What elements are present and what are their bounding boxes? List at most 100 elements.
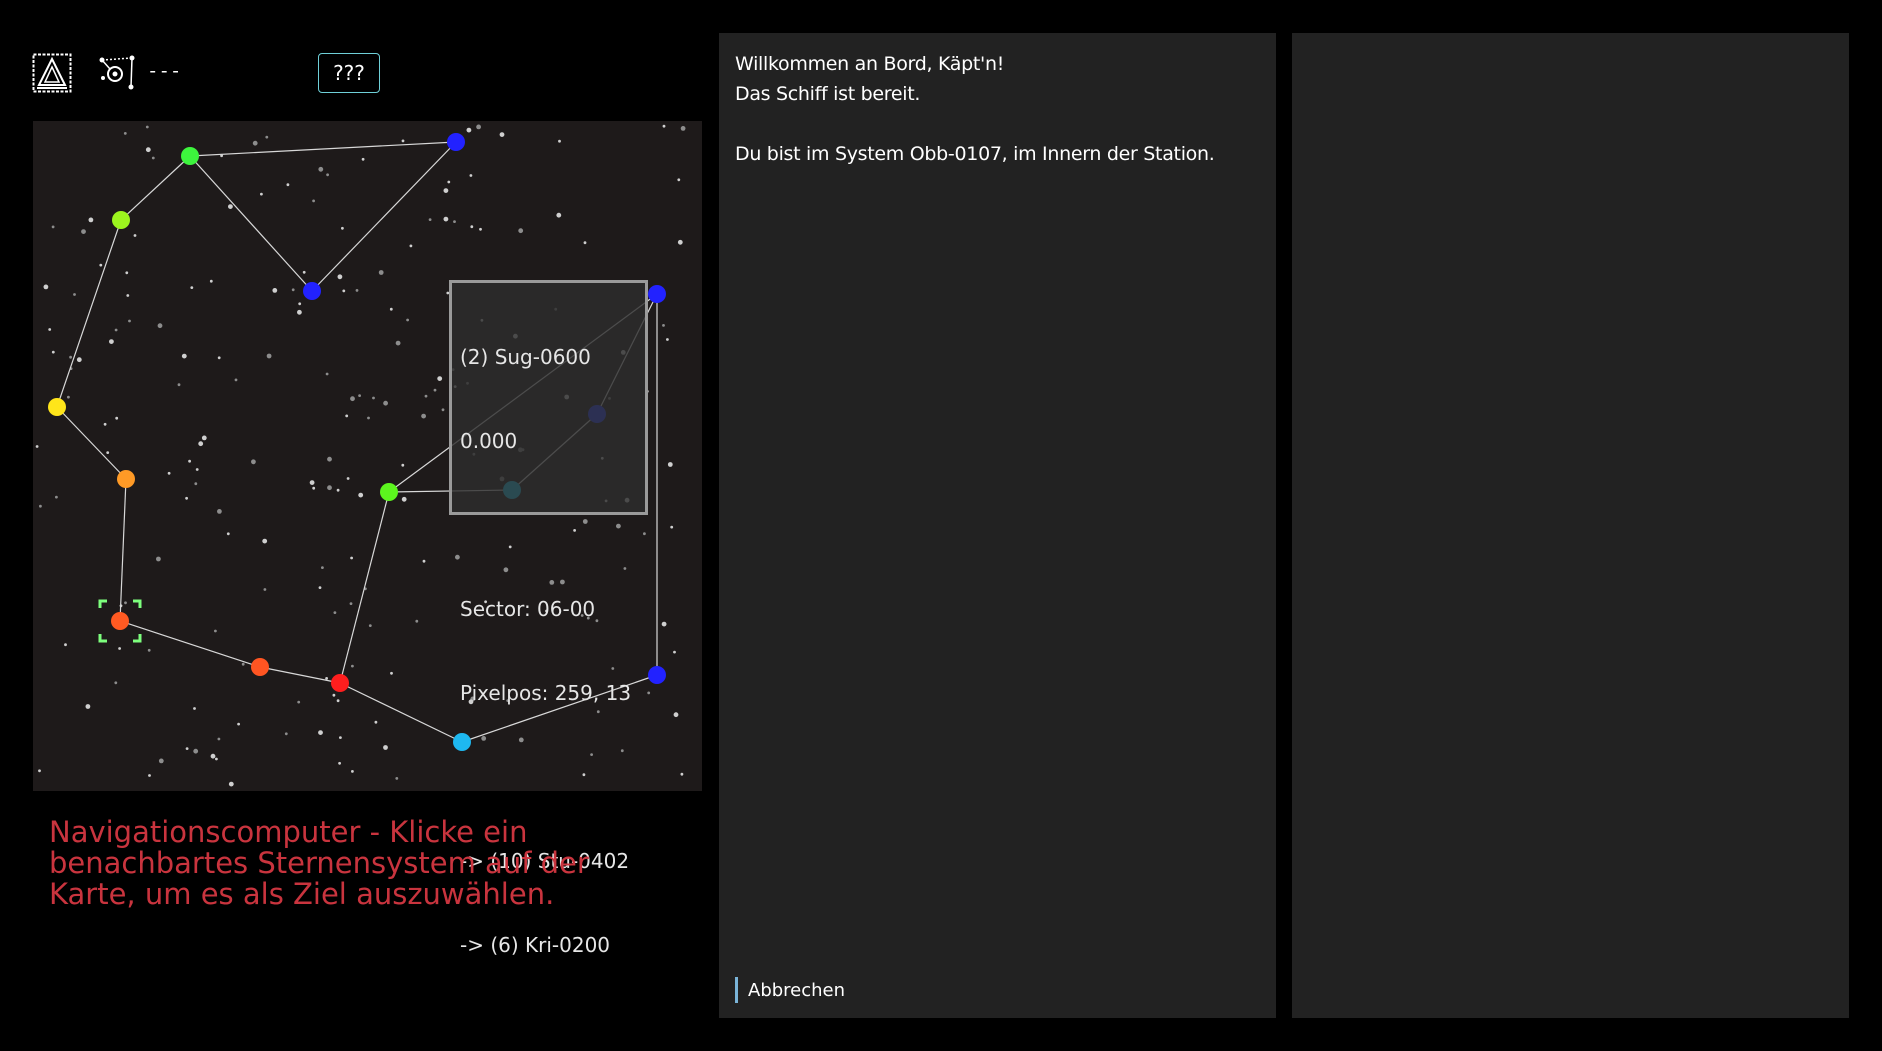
background-star xyxy=(188,459,192,463)
background-star xyxy=(367,416,370,420)
background-star xyxy=(453,220,456,223)
tooltip-line: (2) Sug-0600 xyxy=(460,345,591,369)
background-star xyxy=(88,217,94,223)
background-star xyxy=(325,677,328,680)
hyperlane xyxy=(56,219,122,408)
background-star xyxy=(133,234,137,237)
hyperlane xyxy=(339,682,463,743)
target-system-label: --- xyxy=(147,60,182,82)
background-star xyxy=(51,225,55,229)
background-star xyxy=(424,394,428,398)
background-star xyxy=(35,445,39,448)
background-star xyxy=(443,216,449,222)
background-star xyxy=(73,293,76,296)
background-star xyxy=(148,774,151,777)
background-star xyxy=(38,769,41,773)
background-star xyxy=(291,288,295,292)
background-star xyxy=(667,462,673,467)
star-system[interactable] xyxy=(447,133,465,151)
background-star xyxy=(109,339,114,344)
star-system[interactable] xyxy=(648,285,666,303)
background-star xyxy=(272,288,278,293)
background-star xyxy=(361,157,365,161)
background-star xyxy=(194,482,198,486)
background-star xyxy=(326,173,329,177)
star-system[interactable] xyxy=(117,470,135,488)
background-star xyxy=(226,532,230,536)
console-line: Du bist im System Obb-0107, im Innern de… xyxy=(735,143,1215,165)
background-star xyxy=(670,525,674,529)
background-star xyxy=(476,124,481,130)
background-star xyxy=(401,463,405,467)
background-star xyxy=(48,328,52,331)
background-star xyxy=(252,140,258,146)
background-star xyxy=(217,509,222,514)
star-system[interactable] xyxy=(181,147,199,165)
background-star xyxy=(372,396,375,400)
background-star xyxy=(401,139,405,143)
background-star xyxy=(349,602,353,605)
background-star xyxy=(351,770,354,773)
background-star xyxy=(114,681,118,685)
tooltip-line: Sector: 06-00 xyxy=(460,597,596,621)
background-star xyxy=(390,671,393,675)
background-star xyxy=(157,323,163,329)
background-star xyxy=(661,621,667,627)
unknown-button[interactable]: ??? xyxy=(318,53,380,93)
background-star xyxy=(185,747,189,750)
star-system[interactable] xyxy=(331,674,349,692)
background-star xyxy=(401,496,407,502)
star-system[interactable] xyxy=(111,612,129,630)
background-star xyxy=(337,274,343,280)
background-star xyxy=(583,241,587,245)
background-star xyxy=(214,629,217,633)
background-star xyxy=(677,178,681,182)
star-map[interactable]: (2) Sug-0600 0.000 Sector: 06-00 Pixelpo… xyxy=(33,121,702,957)
background-star xyxy=(378,270,384,275)
selection-corner xyxy=(98,634,107,643)
background-star xyxy=(262,538,268,544)
background-star xyxy=(383,400,388,406)
tooltip-line: Pixelpos: 259, 13 xyxy=(460,681,632,705)
navigation-network-icon[interactable] xyxy=(98,54,136,92)
background-star xyxy=(342,289,346,293)
hyperlane xyxy=(189,141,457,157)
background-star xyxy=(234,378,238,382)
background-star xyxy=(190,286,194,289)
background-star xyxy=(106,451,110,454)
background-star xyxy=(339,736,342,739)
console-log: Willkommen an Bord, Käpt'n! Das Schiff i… xyxy=(735,49,1215,169)
background-star xyxy=(145,147,151,153)
background-star xyxy=(647,691,651,695)
background-star xyxy=(114,328,118,332)
star-system[interactable] xyxy=(303,282,321,300)
star-system[interactable] xyxy=(648,666,666,684)
tooltip-line xyxy=(460,511,637,539)
background-star xyxy=(309,480,315,485)
background-star xyxy=(395,340,401,346)
background-star xyxy=(358,394,361,397)
background-star xyxy=(469,174,473,177)
background-star xyxy=(318,166,324,172)
background-star xyxy=(217,356,221,360)
background-star xyxy=(673,712,679,718)
background-star xyxy=(333,611,337,614)
hyperlane xyxy=(119,478,127,622)
star-system[interactable] xyxy=(380,483,398,501)
ship-emblem-icon[interactable] xyxy=(32,53,72,93)
cancel-option[interactable]: Abbrechen xyxy=(735,977,845,1003)
hyperlane xyxy=(311,141,457,292)
background-star xyxy=(297,309,302,315)
star-system[interactable] xyxy=(112,211,130,229)
system-tooltip: (2) Sug-0600 0.000 Sector: 06-00 Pixelpo… xyxy=(449,280,648,957)
background-star xyxy=(374,720,378,724)
selection-corner xyxy=(98,599,107,608)
star-system[interactable] xyxy=(48,398,66,416)
background-star xyxy=(241,662,245,666)
background-star xyxy=(470,225,474,229)
background-star xyxy=(217,737,221,741)
console-line: Das Schiff ist bereit. xyxy=(735,83,921,105)
star-system[interactable] xyxy=(251,658,269,676)
background-star xyxy=(286,183,290,187)
